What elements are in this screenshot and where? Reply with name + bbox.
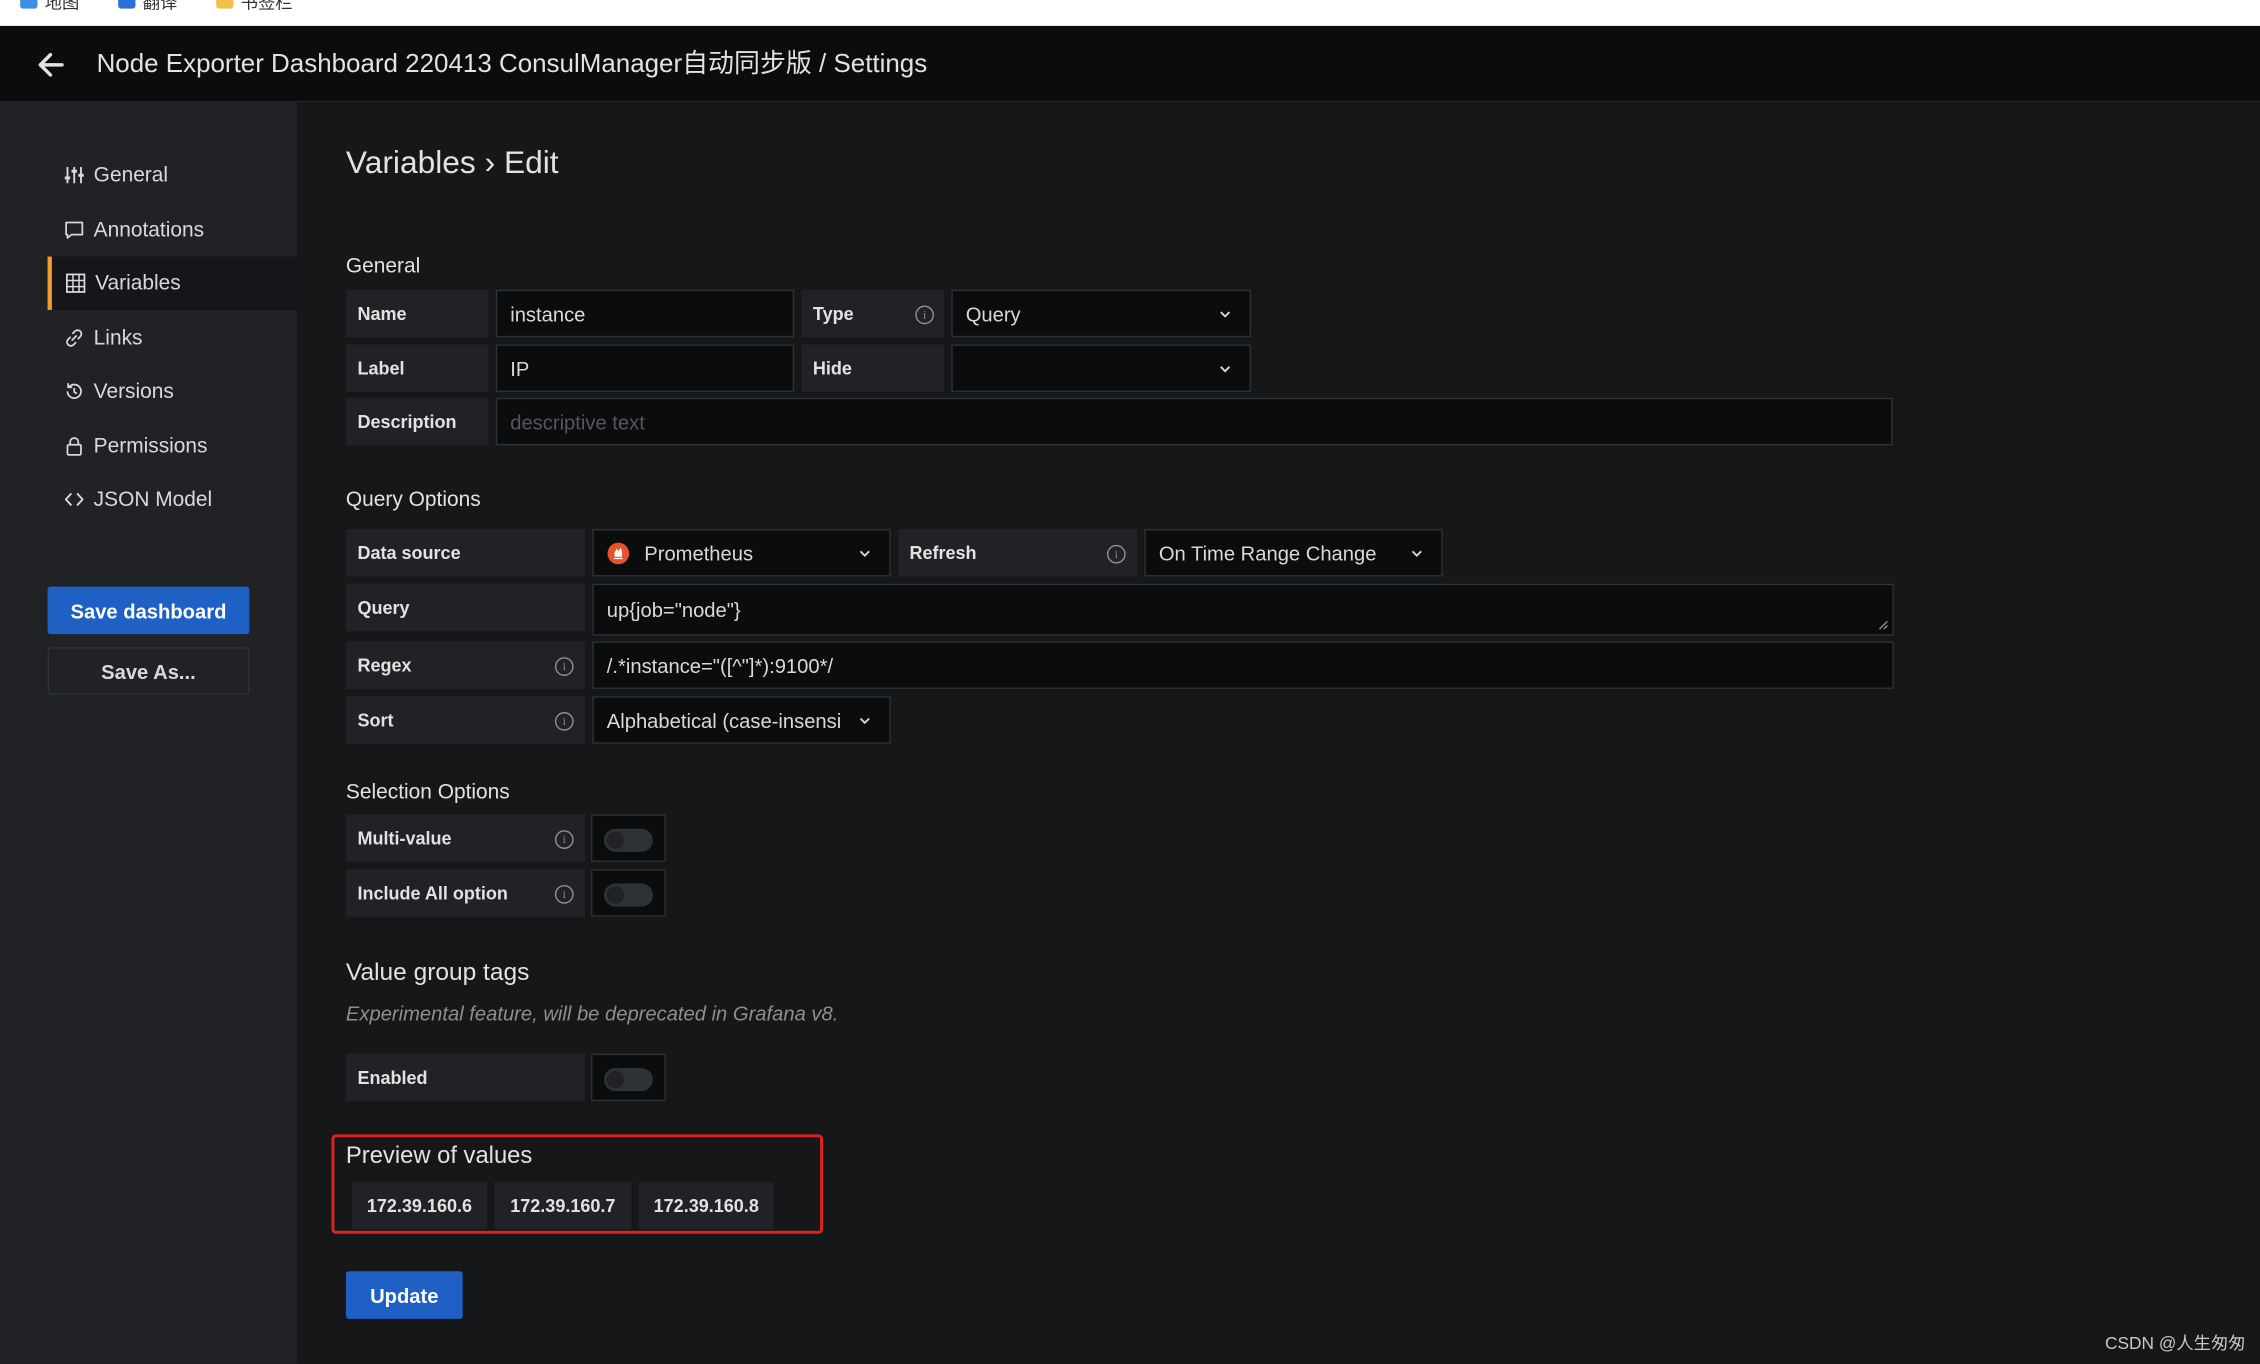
sidebar-item-links[interactable]: Links	[48, 311, 297, 364]
bookmark-item[interactable]: 书签栏	[216, 0, 293, 12]
section-heading-query-options: Query Options	[345, 488, 481, 512]
include-all-toggle[interactable]	[603, 883, 653, 907]
sidebar-item-general[interactable]: General	[48, 148, 297, 201]
comment-icon	[65, 221, 84, 239]
enabled-toggle[interactable]	[603, 1068, 653, 1092]
bookmark-item[interactable]: 地图	[20, 0, 79, 12]
include-all-label: Include All option	[345, 869, 586, 917]
info-icon[interactable]: i	[554, 657, 574, 676]
sort-select[interactable]: Alphabetical (case-insensi	[592, 696, 891, 744]
hide-label: Hide	[801, 344, 945, 393]
section-heading-selection-options: Selection Options	[345, 781, 510, 805]
chevron-down-icon	[859, 717, 870, 724]
sliders-icon	[64, 167, 84, 184]
chevron-down-icon	[859, 549, 870, 557]
sidebar-item-json-model[interactable]: JSON Model	[48, 473, 297, 526]
chevron-down-icon	[1220, 365, 1231, 372]
info-icon[interactable]: i	[915, 305, 934, 325]
info-icon[interactable]: i	[554, 830, 574, 849]
section-heading-general: General	[345, 255, 421, 279]
link-icon	[66, 329, 83, 347]
regex-label: Regex	[345, 641, 586, 689]
query-textarea[interactable]: up{job="node"}	[592, 583, 1894, 636]
label-label: Label	[345, 344, 489, 393]
toggle-knob	[606, 886, 625, 904]
refresh-select[interactable]: On Time Range Change	[1144, 528, 1443, 577]
back-button[interactable]	[29, 43, 72, 86]
table-icon	[66, 273, 86, 293]
translate-icon	[118, 0, 136, 9]
query-label: Query	[345, 583, 586, 632]
update-button[interactable]: Update	[345, 1271, 463, 1319]
sidebar-item-versions[interactable]: Versions	[48, 365, 297, 418]
resize-handle-icon[interactable]	[1878, 620, 1888, 630]
sidebar-item-variables[interactable]: Variables	[47, 256, 297, 310]
description-input[interactable]: descriptive text	[495, 397, 1893, 446]
lock-icon	[66, 437, 82, 456]
arrow-left-icon	[38, 53, 64, 77]
datasource-label: Data source	[345, 528, 586, 577]
sidebar-item-annotations[interactable]: Annotations	[48, 203, 297, 256]
sidebar-item-label: Annotations	[93, 218, 205, 242]
section-heading-value-group-tags: Value group tags	[345, 958, 530, 986]
maps-icon	[20, 0, 38, 9]
sidebar-item-label: Variables	[95, 271, 181, 295]
deprecation-note: Experimental feature, will be deprecated…	[345, 1001, 839, 1025]
datasource-select[interactable]: Prometheus	[592, 528, 891, 577]
sidebar-item-label: Permissions	[93, 434, 208, 458]
prometheus-icon	[607, 541, 630, 564]
history-icon	[66, 383, 82, 399]
sidebar-item-permissions[interactable]: Permissions	[48, 419, 297, 472]
enabled-label: Enabled	[345, 1053, 586, 1102]
multi-value-toggle-box	[590, 814, 666, 862]
info-icon[interactable]: i	[554, 712, 574, 731]
sidebar-item-label: Versions	[93, 379, 174, 403]
folder-icon	[216, 0, 234, 9]
include-all-toggle-box	[590, 869, 666, 917]
info-icon[interactable]: i	[554, 884, 574, 904]
save-as-button[interactable]: Save As...	[47, 647, 250, 695]
sort-label: Sort	[345, 696, 586, 744]
code-icon	[64, 493, 84, 506]
type-select[interactable]: Query	[951, 289, 1252, 338]
enabled-toggle-box	[590, 1053, 666, 1102]
hide-select[interactable]	[951, 344, 1252, 393]
label-input[interactable]: IP	[495, 344, 795, 393]
bookmark-item[interactable]: 翻译	[118, 0, 177, 12]
watermark: CSDN @人生匆匆	[2105, 1333, 2246, 1354]
multi-value-label: Multi-value	[345, 814, 586, 862]
refresh-label: Refresh	[897, 528, 1138, 577]
save-dashboard-button[interactable]: Save dashboard	[47, 586, 250, 635]
toggle-knob	[606, 831, 625, 849]
name-input[interactable]: instance	[495, 289, 795, 338]
description-label: Description	[345, 397, 489, 446]
bookmarks-bar: 地图 翻译 书签栏	[0, 0, 2260, 26]
sidebar-item-label: JSON Model	[93, 487, 213, 511]
chevron-down-icon	[1411, 549, 1422, 557]
dashboard-title: Node Exporter Dashboard 220413 ConsulMan…	[96, 49, 928, 78]
chevron-down-icon	[1220, 310, 1231, 317]
multi-value-toggle[interactable]	[603, 828, 653, 852]
page-title: Variables › Edit	[345, 144, 559, 181]
regex-input[interactable]: /.*instance="([^"]*):9100*/	[592, 641, 1894, 689]
sidebar-item-label: General	[93, 163, 169, 187]
sidebar-item-label: Links	[93, 326, 143, 350]
info-icon[interactable]: i	[1106, 544, 1126, 564]
toggle-knob	[606, 1070, 625, 1089]
highlight-annotation-box	[331, 1134, 823, 1234]
name-label: Name	[345, 289, 489, 338]
